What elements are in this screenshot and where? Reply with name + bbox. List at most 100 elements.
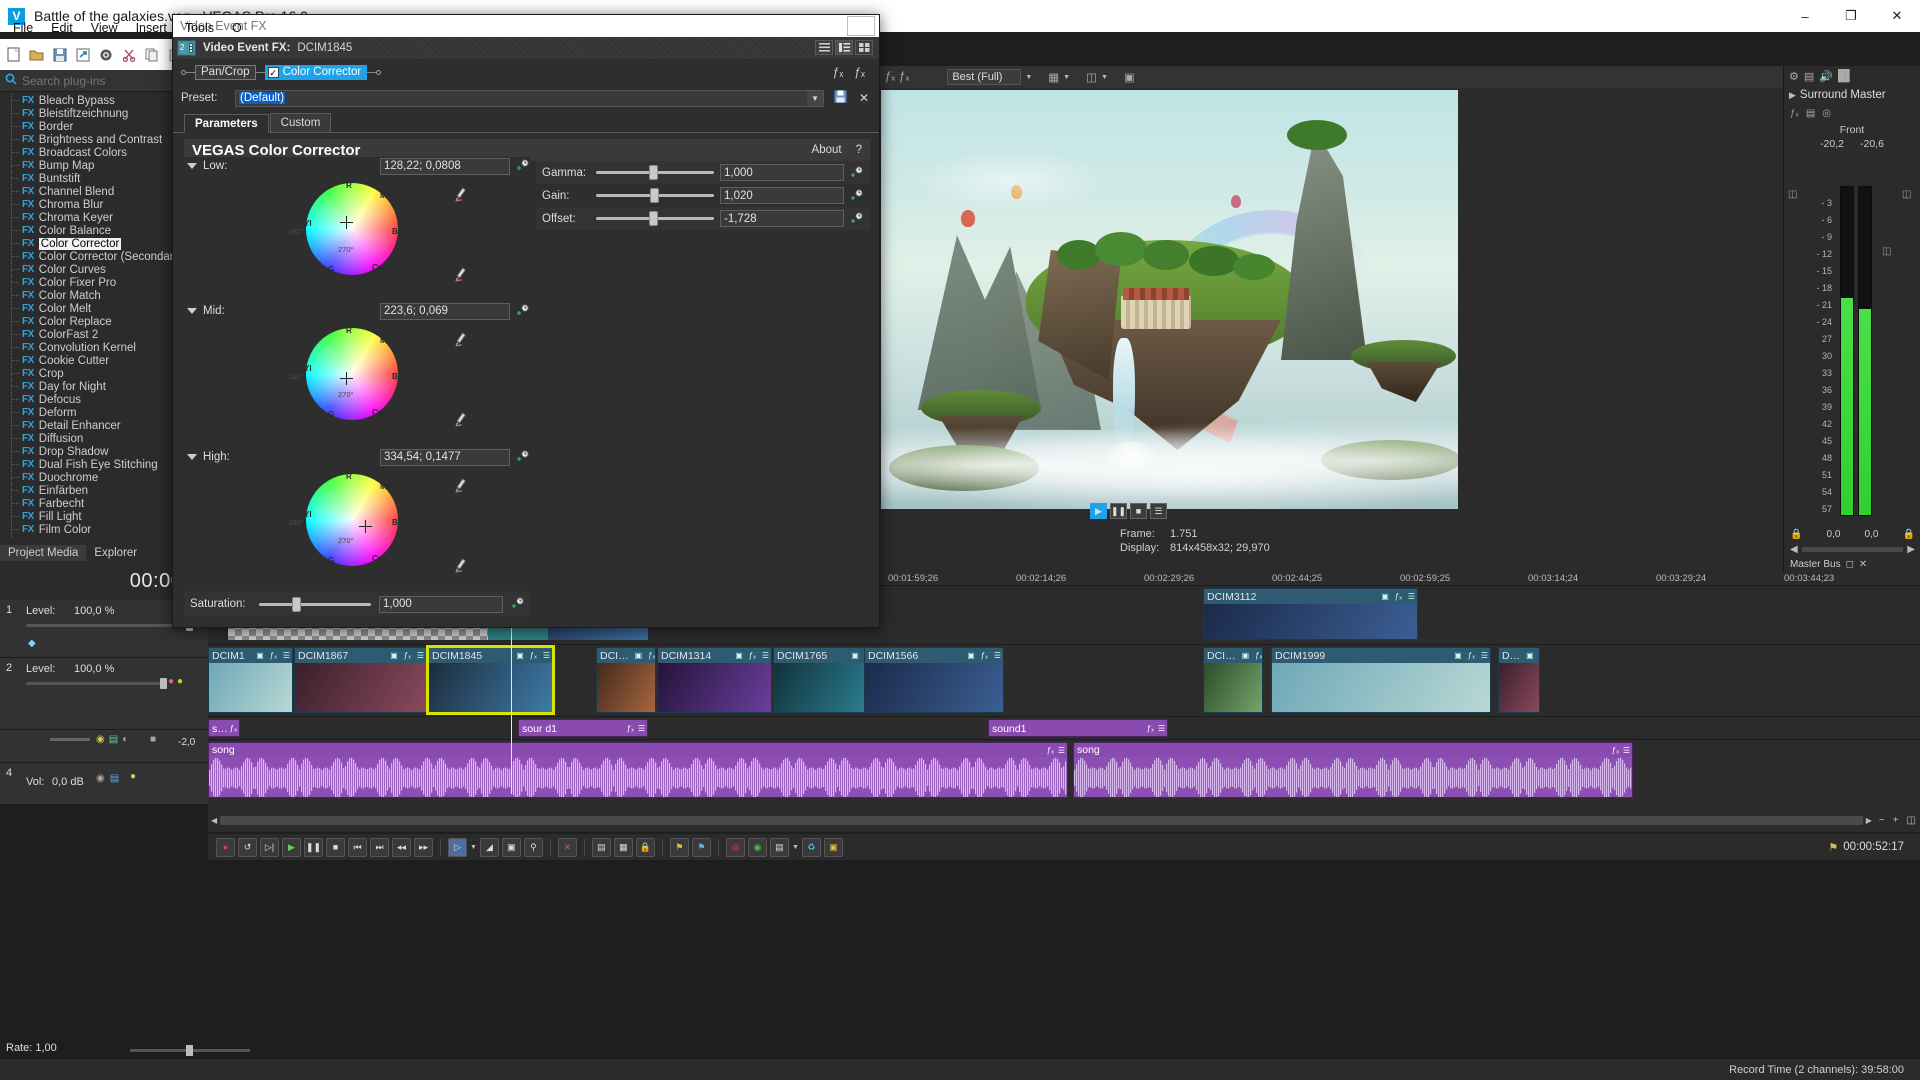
keyframe-marker-icon[interactable]: ◆ bbox=[28, 638, 36, 649]
preview-play-button[interactable]: ▶ bbox=[1090, 503, 1107, 519]
plugin-list-item[interactable]: FX Channel Blend bbox=[0, 185, 200, 198]
clip-thumbnail[interactable] bbox=[1272, 663, 1490, 712]
tab-explorer[interactable]: Explorer bbox=[86, 545, 145, 561]
zoom-out-icon[interactable]: − bbox=[1875, 815, 1889, 826]
menu-item-tools[interactable]: Tools bbox=[176, 18, 223, 38]
help-button[interactable]: ? bbox=[856, 144, 862, 156]
prev-frame-button[interactable]: ◂◂ bbox=[392, 837, 411, 857]
clip-header[interactable]: D…▣ƒₓ☰ bbox=[1499, 648, 1539, 663]
parameter-animate-icon[interactable] bbox=[850, 211, 864, 226]
plugin-list-item[interactable]: FX Color Curves bbox=[0, 263, 200, 276]
plugin-list-item[interactable]: FX Buntstift bbox=[0, 172, 200, 185]
preset-combobox[interactable]: (Default) ▼ bbox=[235, 89, 824, 107]
plugin-list-item[interactable]: FX Bump Map bbox=[0, 159, 200, 172]
clip-tool-icon[interactable]: ☰ bbox=[1406, 592, 1417, 601]
meter-speaker-icon[interactable]: 🔊 bbox=[1819, 70, 1833, 83]
timeline-clip[interactable]: DCIM1314 ▣ ƒₓ ☰ bbox=[657, 647, 772, 713]
eyedropper-icon-2[interactable] bbox=[451, 266, 469, 286]
meter-scrollbar[interactable] bbox=[1801, 546, 1904, 552]
clip-tool-icon[interactable]: ☰ bbox=[1621, 746, 1632, 755]
track-record-arm-icon[interactable]: ● bbox=[130, 771, 136, 782]
clip-tool-icon[interactable]: ▣ bbox=[1524, 651, 1536, 660]
scroll-left-icon[interactable]: ◀ bbox=[1790, 544, 1798, 555]
timeline-clip[interactable]: D…▣ƒₓ☰ bbox=[1498, 647, 1540, 713]
collapse-triangle-icon[interactable] bbox=[187, 163, 197, 169]
maximize-button[interactable]: ❐ bbox=[1828, 0, 1874, 32]
clip-tool-icon[interactable]: ƒₓ bbox=[1145, 724, 1156, 733]
eyedropper-icon[interactable] bbox=[451, 186, 469, 206]
clip-tool-icon[interactable]: ƒₓ bbox=[646, 651, 655, 660]
track-header-2[interactable]: 2 Level: 100,0 % ● ● bbox=[0, 658, 208, 730]
clip-tool-icon[interactable]: ☰ bbox=[1156, 724, 1167, 733]
plugin-list-item[interactable]: FX Chroma Keyer bbox=[0, 211, 200, 224]
next-frame-button[interactable]: ▸▸ bbox=[414, 837, 433, 857]
list-view-icon[interactable] bbox=[815, 40, 833, 55]
enable-snapping-button[interactable]: ▤ bbox=[591, 837, 611, 857]
clip-header[interactable]: DCIM1999 ▣ ƒₓ ☰ bbox=[1272, 648, 1490, 663]
plugin-list-item[interactable]: FX Color Melt bbox=[0, 302, 200, 315]
plugin-list-item[interactable]: FX Fill Light bbox=[0, 510, 200, 523]
envelope-tool-button[interactable]: ◢ bbox=[479, 837, 499, 857]
menu-item-view[interactable]: View bbox=[82, 18, 127, 38]
region-button[interactable]: ⚑ bbox=[691, 837, 711, 857]
parameter-animate-icon[interactable] bbox=[850, 188, 864, 203]
clip-tool-icon[interactable]: ƒₓ bbox=[747, 651, 758, 660]
parameter-value[interactable]: 1,020 bbox=[720, 187, 844, 204]
rate-slider-knob[interactable] bbox=[186, 1045, 193, 1056]
clip-tool-icon[interactable]: ▣ bbox=[733, 651, 745, 660]
scroll-left-icon[interactable]: ◀ bbox=[208, 816, 220, 825]
parameter-slider[interactable] bbox=[596, 164, 714, 181]
timeline-audio-clip[interactable]: song ƒₓ ☰ bbox=[1073, 742, 1633, 798]
clip-tool-icon[interactable]: ▣ bbox=[514, 651, 526, 660]
loop-button[interactable]: ↺ bbox=[238, 837, 257, 857]
dialog-restore-button[interactable] bbox=[847, 16, 875, 36]
chevron-down-icon-2[interactable]: ▼ bbox=[1063, 74, 1070, 81]
go-to-end-button[interactable]: ⏭ bbox=[370, 837, 389, 857]
timeline-track-2[interactable]: DCIM1 ▣ ƒₓ ☰ DCIM1867 ▣ ƒₓ ☰ DCIM1845 ▣ ƒₓ ☰ DCI… ▣ ƒₓ… bbox=[208, 644, 1920, 716]
preview-pause-button[interactable]: ❚❚ bbox=[1110, 503, 1127, 519]
clip-thumbnail[interactable] bbox=[597, 663, 655, 712]
clip-tool-icon[interactable]: ƒₓ bbox=[979, 651, 990, 660]
clip-tool-icon[interactable]: ☰ bbox=[992, 651, 1003, 660]
clip-thumbnail[interactable] bbox=[658, 663, 771, 712]
clip-header[interactable]: s…ƒₓ☰ bbox=[209, 720, 239, 736]
timeline-audio-clip[interactable]: sour d1 ƒₓ ☰ bbox=[518, 719, 648, 737]
scroll-thumb[interactable] bbox=[220, 816, 1863, 825]
plugin-list-item[interactable]: FX Dual Fish Eye Stitching bbox=[0, 458, 200, 471]
plugin-list-item[interactable]: FX ColorFast 2 bbox=[0, 328, 200, 341]
meter-settings-icon[interactable]: ⚙ bbox=[1789, 70, 1799, 83]
plugin-list-item[interactable]: FXFilm Color 2 bbox=[0, 536, 200, 537]
eyedropper-icon-2[interactable] bbox=[451, 557, 469, 577]
track-mute-icon[interactable]: ● bbox=[168, 676, 174, 687]
plugin-list-item[interactable]: FX Farbecht bbox=[0, 497, 200, 510]
scroll-right-icon[interactable]: ▶ bbox=[1907, 544, 1915, 555]
track-fx-icon[interactable]: ▤ bbox=[109, 734, 118, 745]
meter-fx-icon[interactable]: ▤ bbox=[1804, 70, 1814, 83]
chain-output-dot[interactable] bbox=[376, 69, 382, 75]
clip-header[interactable]: DCIM1314 ▣ ƒₓ ☰ bbox=[658, 648, 771, 663]
plugin-list[interactable]: FX Bleach Bypass FX Bleistiftzeichnung FX Bor… bbox=[0, 92, 200, 537]
zoom-in-icon[interactable]: + bbox=[1889, 815, 1903, 826]
clip-tool-icon[interactable]: ▣ bbox=[254, 651, 266, 660]
preview-fx-icon[interactable]: ƒₓ bbox=[885, 71, 895, 83]
fx-add-icon[interactable]: ƒₓ bbox=[833, 65, 844, 79]
saturation-animate-icon[interactable] bbox=[511, 597, 525, 611]
cut-scissors-icon[interactable] bbox=[118, 44, 139, 65]
preview-overlay-icon[interactable]: ▣ bbox=[1124, 70, 1135, 84]
clip-tool-icon[interactable]: ☰ bbox=[415, 651, 426, 660]
scroll-right-icon[interactable]: ▶ bbox=[1863, 816, 1875, 825]
clip-header[interactable]: DCIM3112 ▣ ƒₓ ☰ bbox=[1204, 589, 1417, 604]
audio-meters[interactable]: - 3 - 6 - 9 - 12 - 15 - 18 - 21 - 24 27 30 33 36 39 4… bbox=[1794, 186, 1912, 536]
zoom-tool-button[interactable]: ⚲ bbox=[523, 837, 543, 857]
zoom-fit-icon[interactable]: ◫ bbox=[1903, 815, 1920, 826]
lock-button[interactable]: 🔒 bbox=[635, 837, 655, 857]
clip-tool-icon[interactable]: ☰ bbox=[541, 651, 552, 660]
parameter-value[interactable]: -1,728 bbox=[720, 210, 844, 227]
parameter-animate-icon[interactable] bbox=[850, 165, 864, 180]
wheel-value-field[interactable]: 128,22; 0,0808 bbox=[380, 157, 510, 175]
timeline-audio-clip[interactable]: sound1 ƒₓ ☰ bbox=[988, 719, 1168, 737]
timeline-clip[interactable]: DCIM1999 ▣ ƒₓ ☰ bbox=[1271, 647, 1491, 713]
tab-project-media[interactable]: Project Media bbox=[0, 544, 87, 561]
marker-button[interactable]: ⚑ bbox=[669, 837, 689, 857]
clip-header[interactable]: song ƒₓ ☰ bbox=[209, 743, 1067, 757]
